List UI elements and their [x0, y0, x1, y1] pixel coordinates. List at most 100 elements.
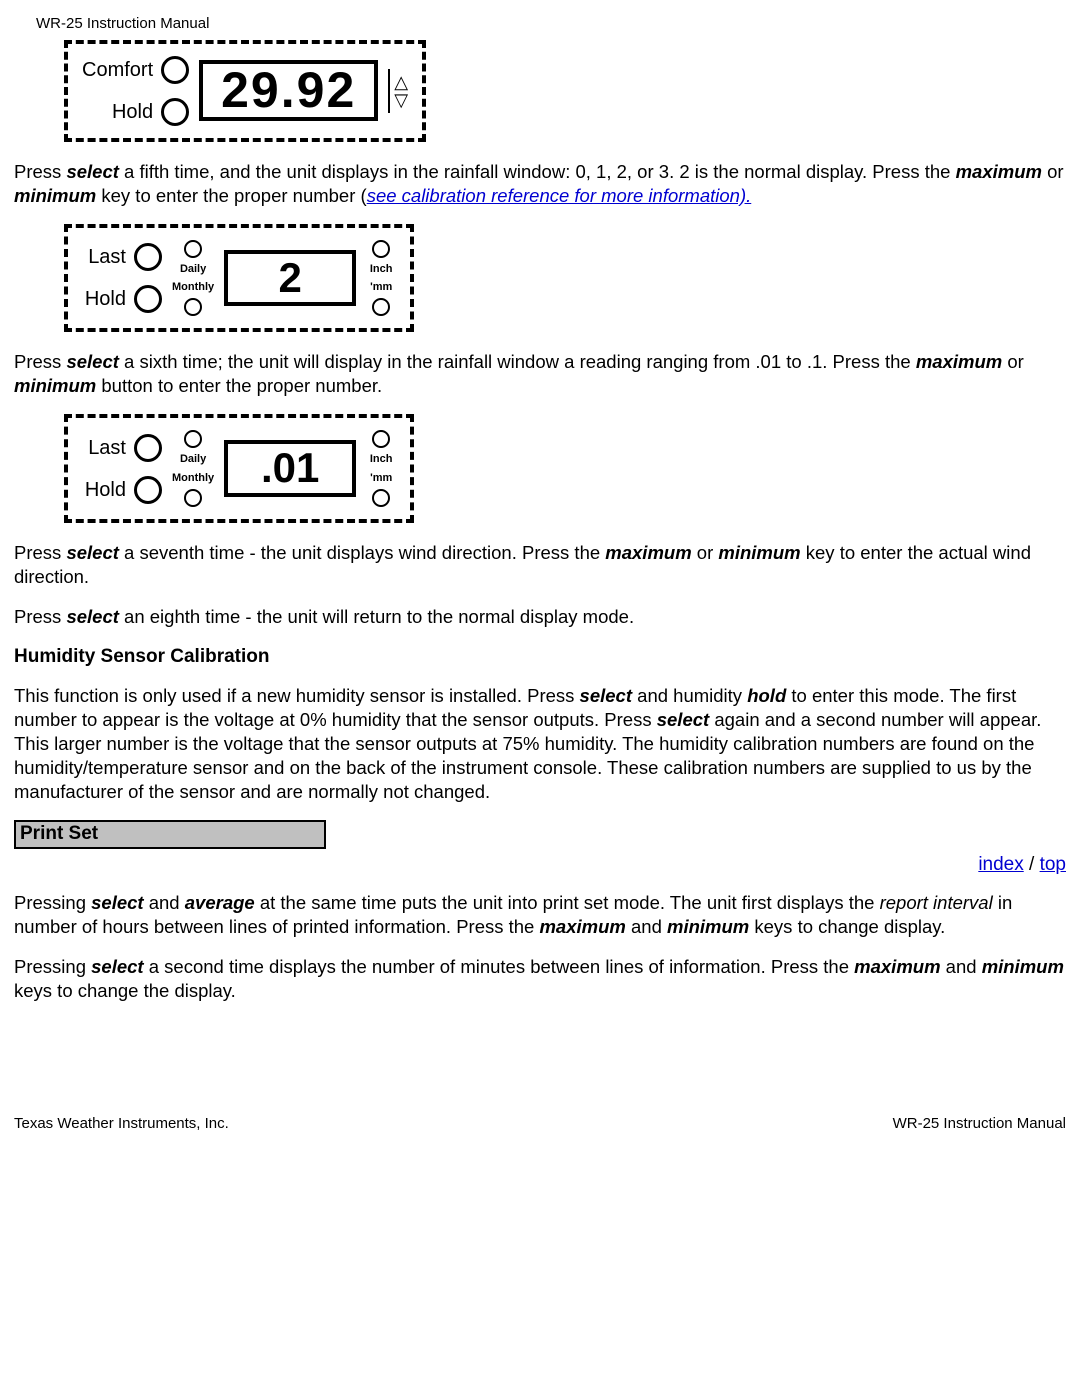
- link-calibration-reference[interactable]: see calibration reference for more infor…: [367, 185, 752, 206]
- lcd-mid-labels: Daily Monthly: [172, 240, 214, 317]
- page-header: WR-25 Instruction Manual: [36, 14, 1066, 34]
- keyword-select: select: [91, 892, 143, 913]
- up-down-arrows: △ ▽: [388, 69, 408, 113]
- paragraph: Pressing select and average at the same …: [14, 891, 1066, 939]
- text: and humidity: [632, 685, 747, 706]
- indicator-ring-icon: [184, 298, 202, 316]
- lcd-left-labels: Last Hold: [82, 243, 162, 313]
- text: This function is only used if a new humi…: [14, 685, 580, 706]
- label-hold: Hold: [112, 99, 153, 125]
- text: keys to change the display.: [14, 980, 236, 1001]
- nav-sep: /: [1024, 854, 1040, 875]
- lcd-readout: 2: [224, 250, 356, 306]
- link-top[interactable]: top: [1040, 854, 1066, 875]
- paragraph: Pressing select a second time displays t…: [14, 955, 1066, 1003]
- text: at the same time puts the unit into prin…: [255, 892, 880, 913]
- lcd-right-labels: Inch 'mm: [366, 240, 396, 317]
- keyword-maximum: maximum: [539, 916, 625, 937]
- lcd-mid-labels: Daily Monthly: [172, 430, 214, 507]
- label-hold: Hold: [85, 477, 126, 503]
- indicator-ring-icon: [161, 98, 189, 126]
- arrow-up-icon: △: [394, 73, 408, 91]
- keyword-select: select: [580, 685, 632, 706]
- label-daily: Daily: [180, 452, 206, 466]
- text: and: [941, 956, 982, 977]
- text: Press: [14, 351, 66, 372]
- keyword-minimum: minimum: [14, 375, 96, 396]
- text: or: [692, 542, 719, 563]
- indicator-ring-icon: [372, 240, 390, 258]
- emphasis-report-interval: report interval: [880, 892, 993, 913]
- keyword-minimum: minimum: [718, 542, 800, 563]
- keyword-maximum: maximum: [956, 161, 1042, 182]
- keyword-average: average: [185, 892, 255, 913]
- label-inch: Inch: [370, 262, 393, 276]
- indicator-ring-icon: [134, 285, 162, 313]
- label-daily: Daily: [180, 262, 206, 276]
- label-last: Last: [88, 435, 126, 461]
- label-hold: Hold: [85, 286, 126, 312]
- keyword-select: select: [657, 709, 709, 730]
- nav-links: index / top: [14, 853, 1066, 878]
- text: or: [1042, 161, 1064, 182]
- keyword-maximum: maximum: [605, 542, 691, 563]
- paragraph: Press select a sixth time; the unit will…: [14, 350, 1066, 398]
- indicator-ring-icon: [184, 240, 202, 258]
- indicator-ring-icon: [184, 430, 202, 448]
- label-mm: 'mm: [370, 471, 392, 485]
- text: key to enter the proper number (: [96, 185, 366, 206]
- keyword-minimum: minimum: [982, 956, 1064, 977]
- keyword-maximum: maximum: [916, 351, 1002, 372]
- keyword-minimum: minimum: [667, 916, 749, 937]
- text: a seventh time - the unit displays wind …: [119, 542, 605, 563]
- text: keys to change display.: [749, 916, 945, 937]
- text: and: [626, 916, 667, 937]
- text: Press: [14, 161, 66, 182]
- lcd-left-labels: Comfort Hold: [82, 56, 189, 126]
- label-comfort: Comfort: [82, 57, 153, 83]
- indicator-ring-icon: [372, 298, 390, 316]
- indicator-ring-icon: [134, 476, 162, 504]
- lcd-panel-rainfall-value: Last Hold Daily Monthly .01 Inch 'mm: [64, 414, 414, 523]
- label-monthly: Monthly: [172, 280, 214, 294]
- text: a fifth time, and the unit displays in t…: [119, 161, 956, 182]
- footer-right: WR-25 Instruction Manual: [893, 1114, 1066, 1134]
- paragraph: Press select a seventh time - the unit d…: [14, 541, 1066, 589]
- heading-humidity-calibration: Humidity Sensor Calibration: [14, 645, 1066, 670]
- text: Press: [14, 542, 66, 563]
- indicator-ring-icon: [134, 434, 162, 462]
- paragraph: Press select an eighth time - the unit w…: [14, 605, 1066, 629]
- text: and: [144, 892, 185, 913]
- label-monthly: Monthly: [172, 471, 214, 485]
- link-index[interactable]: index: [978, 854, 1023, 875]
- keyword-select: select: [66, 606, 118, 627]
- text: Pressing: [14, 956, 91, 977]
- text: or: [1002, 351, 1024, 372]
- text: a sixth time; the unit will display in t…: [119, 351, 916, 372]
- label-mm: 'mm: [370, 280, 392, 294]
- page-footer: Texas Weather Instruments, Inc. WR-25 In…: [14, 1114, 1066, 1134]
- keyword-minimum: minimum: [14, 185, 96, 206]
- lcd-right-labels: Inch 'mm: [366, 430, 396, 507]
- keyword-maximum: maximum: [854, 956, 940, 977]
- lcd-panel-pressure: Comfort Hold 29.92 △ ▽: [64, 40, 426, 142]
- indicator-ring-icon: [372, 430, 390, 448]
- indicator-ring-icon: [184, 489, 202, 507]
- text: button to enter the proper number.: [96, 375, 382, 396]
- indicator-ring-icon: [134, 243, 162, 271]
- text: a second time displays the number of min…: [144, 956, 855, 977]
- paragraph: Press select a fifth time, and the unit …: [14, 160, 1066, 208]
- keyword-select: select: [66, 351, 118, 372]
- indicator-ring-icon: [372, 489, 390, 507]
- lcd-readout: .01: [224, 440, 356, 496]
- keyword-hold: hold: [747, 685, 786, 706]
- label-inch: Inch: [370, 452, 393, 466]
- text: Pressing: [14, 892, 91, 913]
- paragraph: This function is only used if a new humi…: [14, 684, 1066, 804]
- indicator-ring-icon: [161, 56, 189, 84]
- keyword-select: select: [66, 542, 118, 563]
- text: Press: [14, 606, 66, 627]
- text: an eighth time - the unit will return to…: [119, 606, 634, 627]
- keyword-select: select: [91, 956, 143, 977]
- lcd-readout: 29.92: [199, 60, 378, 121]
